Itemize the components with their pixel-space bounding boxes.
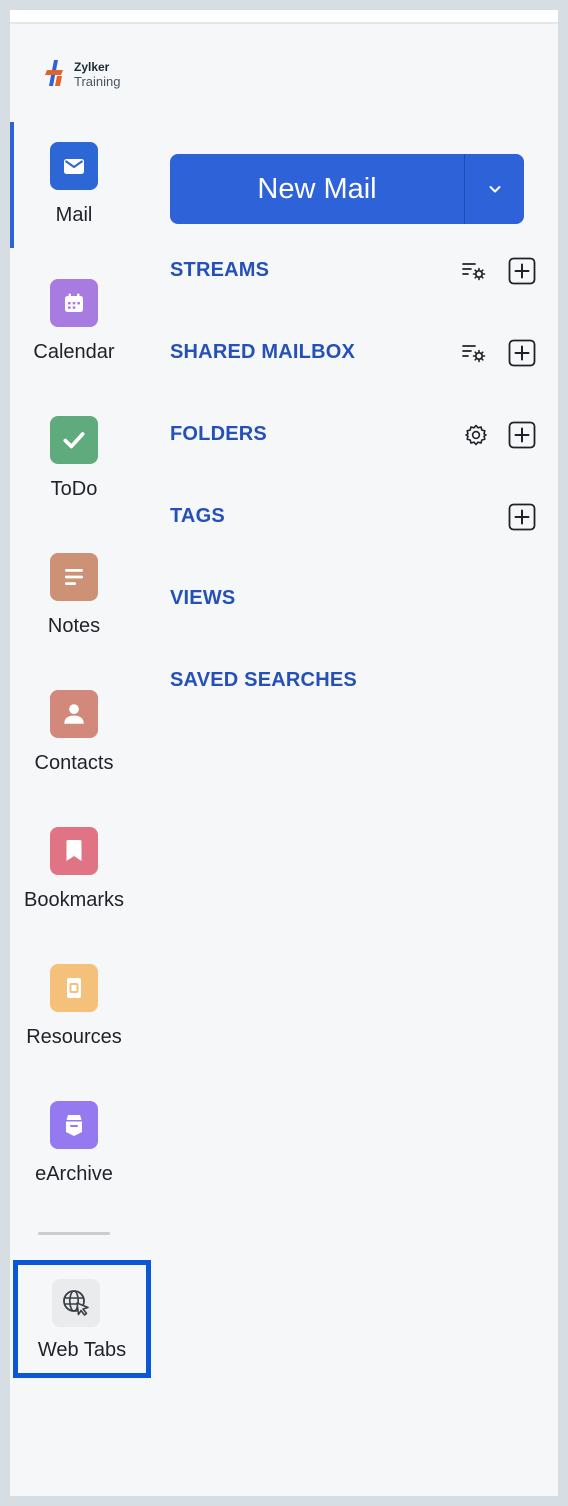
checkmark-icon (50, 416, 98, 464)
zylker-logo-icon (45, 60, 63, 86)
app-label: Bookmarks (23, 889, 125, 911)
app-label: eArchive (35, 1163, 113, 1185)
filter-settings-icon[interactable] (460, 339, 488, 367)
add-folder-icon[interactable] (508, 421, 536, 449)
add-stream-icon[interactable] (508, 257, 536, 285)
app-earchive[interactable]: eArchive (14, 1081, 134, 1207)
new-mail-options-button[interactable] (465, 154, 524, 224)
app-bookmarks[interactable]: Bookmarks (14, 807, 134, 933)
section-label: SAVED SEARCHES (170, 669, 357, 691)
section-shared-mailbox[interactable]: SHARED MAILBOX (170, 335, 536, 369)
section-streams[interactable]: STREAMS (170, 253, 536, 287)
archive-icon (50, 1101, 98, 1149)
app-label: ToDo (50, 478, 98, 500)
rail-divider (38, 1232, 110, 1235)
app-label: Calendar (33, 341, 115, 363)
app-label: Mail (55, 204, 93, 226)
new-mail-split-button: New Mail (170, 154, 524, 224)
app-contacts[interactable]: Contacts (14, 670, 134, 796)
section-folders[interactable]: FOLDERS (170, 417, 536, 451)
gear-icon[interactable] (462, 421, 490, 449)
calendar-icon (50, 279, 98, 327)
brand-name: Zylker (74, 60, 110, 74)
app-label: Resources (26, 1026, 122, 1048)
web-tabs-label: Web Tabs (37, 1339, 127, 1361)
app-notes[interactable]: Notes (14, 533, 134, 659)
bookmark-icon (50, 827, 98, 875)
resource-icon (50, 964, 98, 1012)
section-label: VIEWS (170, 587, 236, 609)
new-mail-button[interactable]: New Mail (170, 154, 464, 224)
section-views[interactable]: VIEWS (170, 581, 530, 615)
app-resources[interactable]: Resources (14, 944, 134, 1070)
section-label: FOLDERS (170, 423, 267, 445)
web-tabs-item[interactable]: Web Tabs (13, 1260, 151, 1378)
person-icon (50, 690, 98, 738)
notes-icon (50, 553, 98, 601)
add-tag-icon[interactable] (508, 503, 536, 531)
section-label: STREAMS (170, 259, 270, 281)
section-saved-searches[interactable]: SAVED SEARCHES (170, 663, 530, 697)
brand-subname: Training (74, 74, 121, 89)
add-shared-mailbox-icon[interactable] (508, 339, 536, 367)
app-sidebar-frame: Zylker Training Mail Calendar ToDo Notes… (10, 10, 558, 1496)
app-todo[interactable]: ToDo (14, 396, 134, 522)
app-mail[interactable]: Mail (14, 122, 134, 248)
app-label: Contacts (34, 752, 114, 774)
app-label: Notes (47, 615, 101, 637)
chevron-down-icon (489, 186, 500, 193)
section-tags[interactable]: TAGS (170, 499, 536, 533)
filter-settings-icon[interactable] (460, 257, 488, 285)
globe-cursor-icon (52, 1279, 100, 1327)
mail-icon (50, 142, 98, 190)
app-calendar[interactable]: Calendar (14, 259, 134, 385)
section-label: TAGS (170, 505, 225, 527)
top-edge-bar (10, 10, 558, 24)
section-label: SHARED MAILBOX (170, 341, 356, 363)
brand-logo[interactable]: Zylker Training (44, 56, 144, 89)
